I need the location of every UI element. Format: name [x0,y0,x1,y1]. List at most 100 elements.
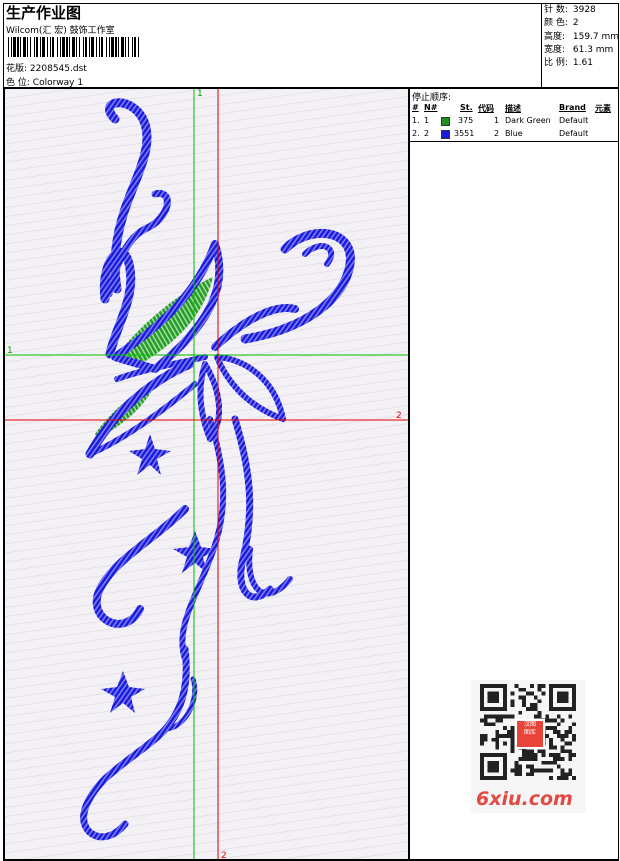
qr-module [564,741,569,746]
embroidery-preview: 1 1 2 2 [5,89,408,859]
qr-module [568,756,573,761]
qr-module [537,768,542,773]
qr-module [487,691,492,696]
qr-module [556,733,561,738]
qr-module [487,753,492,757]
barcode-bar [30,37,31,57]
qr-module [549,726,553,731]
qr-module [545,726,550,731]
qr-module [480,703,484,708]
qr-module [499,733,504,738]
barcode-bar [106,37,107,57]
qr-module [514,760,519,765]
barcode-bar [8,37,9,57]
qr-module [564,699,569,704]
qr-module [568,714,573,719]
qr-module [518,687,523,692]
qr-module [549,687,553,692]
qr-module [522,749,527,754]
barcode-bar [13,37,16,57]
qr-module [556,764,561,769]
qr-module [529,749,534,754]
qr-module [526,756,530,761]
color-swatch-green [441,117,450,126]
green-v-label: 1 [197,89,203,99]
qr-module [503,764,507,769]
qr-module [487,764,492,769]
qr-module [506,733,511,738]
qr-module [503,726,507,731]
qr-module [495,730,500,734]
barcode-bar [132,37,133,57]
qr-module [537,749,542,754]
qr-module [503,760,507,765]
site-watermark-logo: 6xiu.com [476,788,573,810]
qr-module [552,707,557,711]
qr-module [518,764,523,769]
qr-module [529,684,534,688]
qr-module [503,772,507,777]
qr-module [510,768,515,773]
design-canvas: 1 1 2 2 [4,88,409,860]
qr-module [568,768,573,773]
qr-module [568,684,573,688]
barcode-bar [96,37,97,57]
qr-module [552,756,557,761]
barcode-bar [47,37,48,57]
qr-module [560,733,565,738]
star-flowers [101,434,217,713]
table-row: 2. 2 3551 2 Blue Default [412,129,589,139]
qr-module [572,707,576,711]
qr-module [514,684,519,688]
qr-module [503,699,507,704]
qr-module [572,722,576,727]
qr-module [564,691,569,696]
qr-module [545,768,550,773]
qr-module [510,745,515,750]
qr-module [510,714,515,719]
colorway-label: 色 位: [6,78,30,88]
qr-module [503,703,507,708]
qr-module [480,691,484,696]
qr-module [541,684,546,688]
qr-module [572,703,576,708]
qr-module [480,687,484,692]
stat-stitches: 针 数: 3928 [544,5,596,15]
qr-module [549,695,553,700]
qr-module [495,695,500,700]
qr-module [491,707,496,711]
barcode-bar [79,37,80,57]
qr-module [499,714,504,719]
qr-module [552,718,557,723]
qr-module [510,699,515,704]
qr-module [549,753,553,757]
qr-module [568,741,573,746]
barcode-bar [69,37,70,57]
table-header: # N# St. 代码 描述 Brand 元素 [412,103,611,113]
qr-module [495,684,500,688]
qr-module [499,707,504,711]
qr-module [552,730,557,734]
barcode-bar [66,37,68,57]
qr-module [487,714,492,719]
qr-module [549,760,553,765]
qr-module [541,760,546,765]
qr-module [495,745,500,750]
qr-module [495,764,500,769]
qr-module [510,737,515,742]
qr-module [529,691,534,696]
qr-module [499,776,504,780]
barcode-bar [85,37,87,57]
qr-module [510,733,515,738]
qr-module [556,753,561,757]
qr-module [503,776,507,780]
barcode-bar [128,37,129,57]
qr-module [518,772,523,777]
qr-module [503,753,507,757]
qr-module [564,695,569,700]
qr-module [545,760,550,765]
qr-module [560,695,565,700]
blue-stitch-motif [80,98,355,841]
qr-module [545,718,550,723]
qr-module [491,695,496,700]
